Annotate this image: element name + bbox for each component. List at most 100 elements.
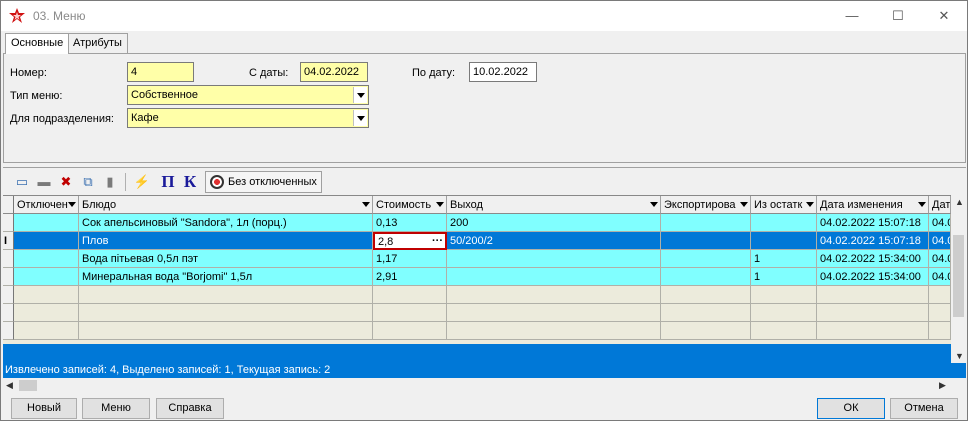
cell-yield[interactable]: 200 — [447, 214, 661, 232]
grid-header: Отключен Блюдо Стоимость Выход Экспортир… — [3, 196, 951, 214]
division-value: Кафе — [131, 112, 159, 124]
menu-button[interactable]: Меню — [82, 398, 150, 419]
cell-exported[interactable] — [661, 214, 751, 232]
dropdown-arrow-icon[interactable] — [436, 202, 444, 207]
cell-yield[interactable] — [447, 250, 661, 268]
to-date-label: По дату: — [412, 67, 456, 79]
scrollbar-thumb[interactable] — [953, 235, 964, 317]
column-header[interactable]: Блюдо — [79, 196, 373, 214]
cell-exported[interactable] — [661, 268, 751, 286]
help-button[interactable]: Справка — [156, 398, 224, 419]
cell-date2[interactable]: 04.0 — [929, 250, 951, 268]
new-button[interactable]: Новый — [11, 398, 77, 419]
dropdown-arrow-icon[interactable] — [918, 202, 926, 207]
cell-from-stock[interactable]: 1 — [751, 268, 817, 286]
table-row[interactable]: Вода пітьевая 0,5л пэт 1,17 1 04.02.2022… — [3, 250, 951, 268]
cell-from-stock[interactable] — [751, 232, 817, 250]
cell-dish[interactable]: Плов — [79, 232, 373, 250]
vertical-scrollbar[interactable]: ▲ ▼ — [951, 195, 966, 363]
cost-editor-value: 2,8 — [378, 236, 394, 248]
lightning-icon[interactable]: ⚡ — [133, 173, 151, 191]
k-icon[interactable]: К — [181, 173, 199, 191]
document-icon[interactable]: ▮ — [101, 173, 119, 191]
from-date-field[interactable]: 04.02.2022 — [300, 62, 368, 82]
dropdown-arrow-icon[interactable] — [68, 202, 76, 207]
dropdown-arrow-icon[interactable] — [740, 202, 748, 207]
cell-yield[interactable] — [447, 268, 661, 286]
cell-date2[interactable]: 04.0 — [929, 214, 951, 232]
cell-disabled[interactable] — [14, 214, 79, 232]
delete-record-icon[interactable]: ✖ — [57, 173, 75, 191]
cell-date2[interactable]: 04.0 — [929, 268, 951, 286]
column-header[interactable]: Дат — [929, 196, 951, 214]
horizontal-scrollbar[interactable]: ◀ ▶ — [3, 378, 966, 393]
folder-icon[interactable]: ▬ — [35, 173, 53, 191]
row-indicator[interactable] — [3, 214, 14, 232]
window-title: 03. Меню — [33, 9, 86, 23]
cell-modified-date[interactable]: 04.02.2022 15:34:00 — [817, 250, 929, 268]
cell-exported[interactable] — [661, 250, 751, 268]
column-header[interactable]: Из остатк — [751, 196, 817, 214]
cell-modified-date[interactable]: 04.02.2022 15:34:00 — [817, 268, 929, 286]
dropdown-arrow-icon[interactable] — [806, 202, 814, 207]
to-date-field[interactable]: 10.02.2022 — [469, 62, 537, 82]
dropdown-arrow-icon[interactable] — [650, 202, 658, 207]
scroll-up-icon[interactable]: ▲ — [955, 197, 964, 207]
minimize-button[interactable]: — — [829, 1, 875, 31]
scroll-left-icon[interactable]: ◀ — [6, 380, 13, 391]
table-row[interactable]: Минеральная вода "Borjomi" 1,5л 2,91 1 0… — [3, 268, 951, 286]
ok-button[interactable]: ОК — [817, 398, 885, 419]
cell-dish[interactable]: Сок апельсиновый "Sandora", 1л (порц.) — [79, 214, 373, 232]
chevron-down-icon[interactable] — [353, 110, 367, 126]
row-indicator[interactable] — [3, 268, 14, 286]
cell-disabled[interactable] — [14, 232, 79, 250]
status-bar: Извлечено записей: 4, Выделено записей: … — [3, 363, 966, 378]
column-header[interactable]: Стоимость — [373, 196, 447, 214]
cell-modified-date[interactable]: 04.02.2022 15:07:18 — [817, 214, 929, 232]
cell-modified-date[interactable]: 04.02.2022 15:07:18 — [817, 232, 929, 250]
ellipsis-icon[interactable]: ··· — [432, 234, 443, 248]
current-row-marker[interactable]: I — [3, 232, 14, 250]
row-indicator[interactable] — [3, 250, 14, 268]
cancel-button[interactable]: Отмена — [890, 398, 958, 419]
scroll-down-icon[interactable]: ▼ — [955, 351, 964, 361]
cell-from-stock[interactable] — [751, 214, 817, 232]
dropdown-arrow-icon[interactable] — [362, 202, 370, 207]
cell-cost[interactable]: 2,91 — [373, 268, 447, 286]
cell-dish[interactable]: Минеральная вода "Borjomi" 1,5л — [79, 268, 373, 286]
scrollbar-thumb[interactable] — [19, 380, 37, 391]
division-label: Для подразделения: — [10, 113, 114, 125]
chevron-down-icon[interactable] — [353, 87, 367, 103]
tab-attributes[interactable]: Атрибуты — [67, 33, 128, 53]
cell-date2[interactable]: 04.0 — [929, 232, 951, 250]
close-button[interactable]: ✕ — [921, 1, 967, 31]
cell-dish[interactable]: Вода пітьевая 0,5л пэт — [79, 250, 373, 268]
column-header[interactable]: Выход — [447, 196, 661, 214]
column-header[interactable]: Экспортирова — [661, 196, 751, 214]
folder-open-icon[interactable]: ▭ — [13, 173, 31, 191]
cell-disabled[interactable] — [14, 268, 79, 286]
number-field[interactable]: 4 — [127, 62, 194, 82]
empty-row — [3, 322, 951, 340]
cell-cost[interactable]: 0,13 — [373, 214, 447, 232]
division-select[interactable]: Кафе — [127, 108, 369, 128]
table-row[interactable]: I Плов 2,8 ··· 50/200/2 04.02.2022 15:07… — [3, 232, 951, 250]
copy-record-icon[interactable]: ⧉ — [79, 173, 97, 191]
column-header[interactable]: Отключен — [14, 196, 79, 214]
table-row[interactable]: Сок апельсиновый "Sandora", 1л (порц.) 0… — [3, 214, 951, 232]
scroll-right-icon[interactable]: ▶ — [939, 380, 946, 391]
target-icon — [210, 175, 224, 189]
tab-main[interactable]: Основные — [5, 33, 70, 54]
cell-from-stock[interactable]: 1 — [751, 250, 817, 268]
cell-disabled[interactable] — [14, 250, 79, 268]
cell-exported[interactable] — [661, 232, 751, 250]
pi-icon[interactable]: П — [159, 173, 177, 191]
cost-editor-input[interactable]: 2,8 ··· — [373, 232, 447, 250]
cell-yield[interactable]: 50/200/2 — [447, 232, 661, 250]
maximize-button[interactable]: ☐ — [875, 1, 921, 31]
empty-row — [3, 304, 951, 322]
column-header[interactable]: Дата изменения — [817, 196, 929, 214]
menu-type-select[interactable]: Собственное — [127, 85, 369, 105]
cell-cost[interactable]: 1,17 — [373, 250, 447, 268]
filter-disabled-button[interactable]: Без отключенных — [205, 171, 322, 193]
